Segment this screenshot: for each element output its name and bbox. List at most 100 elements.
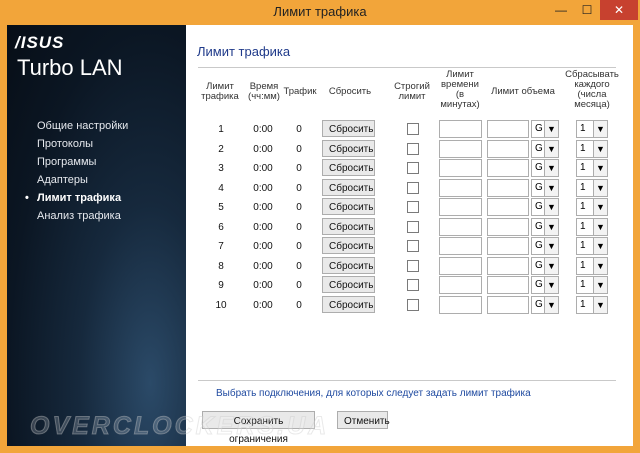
reset-day-select[interactable]: 1 ▼ [576, 139, 608, 158]
reset-button[interactable]: Сбросить [322, 237, 375, 254]
unit-select[interactable]: G ▼ [531, 198, 559, 216]
divider-top [198, 67, 616, 68]
reset-button[interactable]: Сбросить [322, 295, 375, 313]
reset-day-select[interactable]: 1 ▼ [576, 217, 608, 236]
reset-day-select[interactable]: 1 ▼ [576, 256, 608, 275]
volume-limit-input[interactable] [487, 276, 529, 294]
strict-limit-checkbox[interactable] [407, 181, 419, 194]
volume-limit-input[interactable] [487, 178, 529, 197]
unit-value: G [535, 259, 543, 271]
reset-day-value: 1 [580, 298, 586, 310]
sidebar-item-traffic-analysis[interactable]: Анализ трафика [25, 207, 128, 225]
sidebar-item-traffic-limit[interactable]: Лимит трафика [25, 189, 128, 207]
reset-day-value: 1 [580, 142, 586, 154]
reset-day-value: 1 [580, 181, 586, 193]
strict-limit-checkbox[interactable] [407, 259, 419, 272]
sidebar-item-protocols[interactable]: Протоколы [25, 135, 128, 153]
volume-limit-input[interactable] [487, 217, 529, 236]
volume-limit-input[interactable] [487, 198, 529, 216]
sidebar-item-programs[interactable]: Программы [25, 153, 128, 171]
chevron-down-icon: ▼ [593, 179, 607, 196]
chevron-down-icon: ▼ [544, 179, 558, 196]
reset-button[interactable]: Сбросить [322, 198, 375, 215]
reset-button[interactable]: Сбросить [322, 178, 375, 196]
watermark: OVERCLOCKERS.UA [29, 412, 330, 441]
unit-select[interactable]: G ▼ [531, 120, 559, 138]
unit-select[interactable]: G ▼ [531, 276, 559, 294]
title-bar[interactable]: Лимит трафика — ☐ ✕ [0, 0, 640, 25]
unit-select[interactable]: G ▼ [531, 295, 559, 314]
strict-limit-checkbox[interactable] [407, 142, 419, 155]
reset-day-select[interactable]: 1 ▼ [576, 276, 608, 294]
reset-day-value: 1 [580, 259, 586, 271]
volume-limit-input[interactable] [487, 256, 529, 275]
page-title: Лимит трафика [197, 44, 291, 59]
reset-button[interactable]: Сбросить [322, 276, 375, 293]
strict-limit-checkbox[interactable] [407, 240, 419, 252]
table-row: 6 0:00 0 Сбросить G ▼ 1 ▼ [186, 217, 633, 238]
col-header-strict: Строгий лимит [394, 81, 430, 102]
time-limit-input[interactable] [439, 256, 482, 275]
time-limit-input[interactable] [439, 120, 482, 138]
strict-limit-checkbox[interactable] [407, 220, 419, 233]
unit-value: G [535, 298, 543, 310]
volume-limit-input[interactable] [487, 159, 529, 177]
strict-limit-checkbox[interactable] [407, 162, 419, 174]
time-limit-input[interactable] [439, 295, 482, 314]
chevron-down-icon: ▼ [593, 296, 607, 313]
reset-day-select[interactable]: 1 ▼ [576, 159, 608, 177]
table-row: 8 0:00 0 Сбросить G ▼ 1 ▼ [186, 256, 633, 277]
sidebar-item-general[interactable]: Общие настройки [25, 117, 128, 135]
strict-limit-checkbox[interactable] [407, 123, 419, 135]
select-connections-link[interactable]: Выбрать подключения, для которых следует… [216, 388, 531, 399]
sidebar-item-adapters[interactable]: Адаптеры [25, 171, 128, 189]
reset-day-select[interactable]: 1 ▼ [576, 178, 608, 197]
reset-button[interactable]: Сбросить [322, 256, 375, 274]
reset-day-value: 1 [580, 201, 586, 212]
table-row: 1 0:00 0 Сбросить G ▼ 1 ▼ [186, 120, 633, 140]
volume-limit-input[interactable] [487, 237, 529, 255]
unit-value: G [535, 220, 543, 232]
reset-day-select[interactable]: 1 ▼ [576, 120, 608, 138]
reset-button[interactable]: Сбросить [322, 159, 375, 176]
volume-limit-input[interactable] [487, 120, 529, 138]
time-limit-input[interactable] [439, 237, 482, 255]
reset-button[interactable]: Сбросить [322, 139, 375, 157]
minimize-button[interactable]: — [548, 0, 574, 20]
volume-limit-input[interactable] [487, 139, 529, 158]
row-traffic: 0 [296, 221, 302, 233]
asus-logo: /ISUS [15, 33, 65, 52]
strict-limit-checkbox[interactable] [407, 201, 419, 213]
reset-button[interactable]: Сбросить [322, 120, 375, 137]
time-limit-input[interactable] [439, 217, 482, 236]
time-limit-input[interactable] [439, 159, 482, 177]
unit-select[interactable]: G ▼ [531, 256, 559, 275]
unit-select[interactable]: G ▼ [531, 217, 559, 236]
time-limit-input[interactable] [439, 178, 482, 197]
row-time: 0:00 [253, 182, 273, 194]
strict-limit-checkbox[interactable] [407, 279, 419, 291]
chevron-down-icon: ▼ [593, 140, 607, 157]
chevron-down-icon: ▼ [593, 199, 607, 215]
maximize-button[interactable]: ☐ [574, 0, 600, 20]
reset-button[interactable]: Сбросить [322, 217, 375, 235]
unit-select[interactable]: G ▼ [531, 237, 559, 255]
reset-day-select[interactable]: 1 ▼ [576, 295, 608, 314]
reset-day-select[interactable]: 1 ▼ [576, 198, 608, 216]
time-limit-input[interactable] [439, 139, 482, 158]
time-limit-input[interactable] [439, 198, 482, 216]
unit-select[interactable]: G ▼ [531, 178, 559, 197]
strict-limit-checkbox[interactable] [407, 298, 419, 311]
close-button[interactable]: ✕ [600, 0, 638, 20]
cancel-button[interactable]: Отменить [337, 411, 390, 429]
volume-limit-input[interactable] [487, 295, 529, 314]
app-window: Лимит трафика — ☐ ✕ /ISUS Turbo LAN Общи… [0, 0, 640, 453]
reset-day-select[interactable]: 1 ▼ [576, 237, 608, 255]
row-traffic: 0 [296, 260, 302, 272]
row-time: 0:00 [253, 299, 273, 311]
unit-select[interactable]: G ▼ [531, 139, 559, 158]
time-limit-input[interactable] [439, 276, 482, 294]
row-traffic: 0 [296, 280, 302, 291]
unit-select[interactable]: G ▼ [531, 159, 559, 177]
row-number: 1 [218, 124, 224, 135]
